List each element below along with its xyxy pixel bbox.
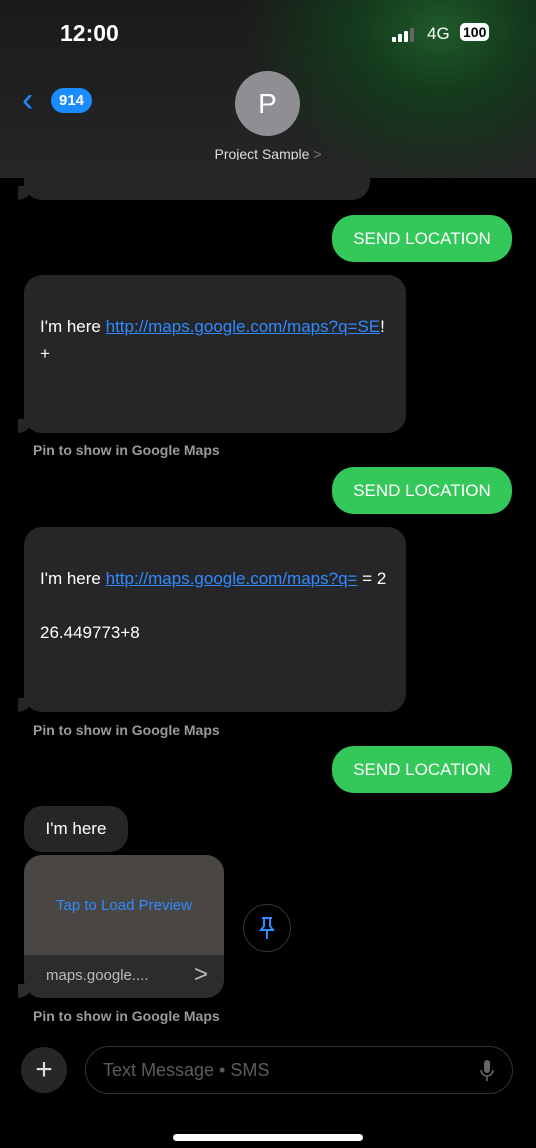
message-text: + [40,344,50,363]
bubble-tail [18,419,32,433]
message-text: 26.449773+8 [40,623,140,642]
microphone-icon[interactable] [480,1059,494,1083]
message-input[interactable]: Text Message • SMS [85,1046,513,1094]
tap-to-load-preview[interactable]: Tap to Load Preview [24,855,224,955]
bubble-tail [18,698,32,712]
pin-button[interactable] [243,904,291,952]
maps-link[interactable]: http://maps.google.com/maps?q=SE [106,317,381,336]
message-text: I'm here [40,569,106,588]
network-type: 4G [427,24,450,43]
status-time: 12:00 [60,20,119,46]
input-placeholder: Text Message • SMS [103,1060,270,1080]
back-chevron-icon[interactable]: ‹ [22,83,33,117]
avatar-initial: P [258,87,277,119]
maps-link[interactable]: http://maps.google.com/maps?q= [106,569,358,588]
signal-icon [392,28,414,42]
caption: Pin to show in Google Maps [33,722,220,738]
bubble-tail [18,984,32,998]
caption: Pin to show in Google Maps [33,1008,220,1024]
battery-icon: 100 [460,23,490,41]
pushpin-icon [259,917,275,939]
home-indicator[interactable] [173,1134,363,1141]
sent-message[interactable]: SEND LOCATION [332,215,512,262]
link-preview-card[interactable]: Tap to Load Preview maps.google.... > [24,855,224,998]
received-message[interactable]: I'm here [24,806,128,852]
received-message[interactable]: I'm here http://maps.google.com/maps?q=S… [24,275,406,433]
back-unread-badge[interactable]: 914 [51,88,93,113]
sent-message[interactable]: SEND LOCATION [332,746,512,793]
message-text: I'm here [40,317,106,336]
preview-domain: maps.google.... [46,967,149,984]
avatar[interactable]: P [235,71,300,136]
message-text: = 2 [357,569,387,588]
message-bubble-partial [24,160,370,200]
bubble-tail [18,186,32,200]
message-text: ! [380,317,385,336]
chevron-right-icon: > [194,961,209,988]
sent-message[interactable]: SEND LOCATION [332,467,512,514]
plus-button[interactable]: + [21,1047,67,1093]
received-message[interactable]: I'm here http://maps.google.com/maps?q= … [24,527,406,712]
caption: Pin to show in Google Maps [33,442,220,458]
